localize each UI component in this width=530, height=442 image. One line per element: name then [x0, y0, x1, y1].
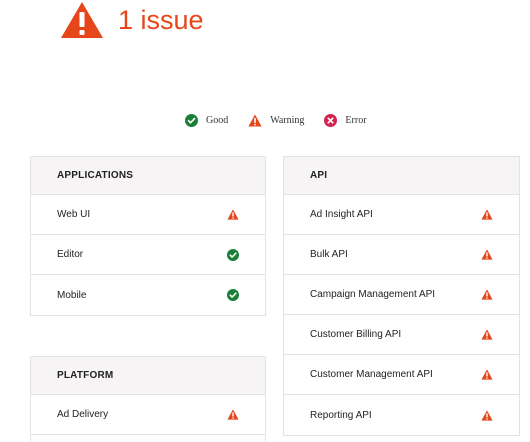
service-row-editor[interactable]: Editor: [31, 235, 265, 275]
service-name: Ad Delivery: [57, 409, 109, 420]
warning-icon: [481, 209, 493, 220]
service-row-customer-management-api[interactable]: Customer Management API: [284, 355, 519, 395]
legend-item-warning: Warning: [248, 114, 304, 127]
service-row-web-ui[interactable]: Web UI: [31, 195, 265, 235]
warning-icon: [481, 289, 493, 300]
legend-item-error: Error: [324, 113, 367, 127]
service-name: Customer Management API: [310, 369, 433, 380]
warning-icon: [248, 114, 262, 126]
platform-panel: PLATFORM Ad Delivery: [30, 356, 266, 442]
warning-icon: [481, 249, 493, 260]
legend-item-good: Good: [185, 113, 229, 127]
service-row-bulk-api[interactable]: Bulk API: [284, 235, 519, 275]
service-row-ad-delivery[interactable]: Ad Delivery: [31, 395, 265, 435]
service-name: Web UI: [57, 209, 91, 220]
warning-icon: [227, 209, 239, 220]
service-name: Ad Insight API: [310, 209, 373, 220]
service-name: Bulk API: [310, 249, 348, 260]
service-name: Editor: [57, 249, 84, 260]
service-row-customer-billing-api[interactable]: Customer Billing API: [284, 315, 519, 355]
error-circle-icon: [324, 113, 338, 127]
service-row-campaign-management-api[interactable]: Campaign Management API: [284, 275, 519, 315]
warning-icon: [481, 329, 493, 340]
check-circle-icon: [185, 113, 198, 127]
service-name: Customer Billing API: [310, 329, 402, 340]
check-circle-icon: [227, 289, 239, 301]
warning-icon: [481, 409, 493, 421]
legend-label-warning: Warning: [270, 114, 305, 126]
issue-summary: 1 issue: [60, 0, 204, 40]
api-panel: API Ad Insight API Bulk API Campaign Man…: [283, 156, 520, 436]
warning-icon: [481, 369, 493, 380]
service-row-ad-insight-api[interactable]: Ad Insight API: [284, 195, 519, 235]
warning-icon: [60, 1, 104, 39]
service-name: Mobile: [57, 289, 87, 301]
platform-panel-title: PLATFORM: [31, 357, 265, 395]
applications-panel-title: APPLICATIONS: [31, 157, 265, 195]
service-name: Campaign Management API: [310, 289, 436, 300]
applications-panel: APPLICATIONS Web UI Editor Mobile: [30, 156, 266, 316]
status-page: 1 issue Good Warning Error APPLICATIONS …: [0, 0, 530, 442]
legend-label-error: Error: [345, 114, 367, 126]
service-row-reporting-api[interactable]: Reporting API: [284, 395, 519, 435]
check-circle-icon: [227, 248, 239, 261]
legend-label-good: Good: [206, 114, 229, 126]
service-name: Reporting API: [310, 409, 372, 421]
issue-count-text: 1 issue: [118, 5, 204, 35]
api-panel-title: API: [284, 157, 519, 195]
warning-icon: [227, 409, 239, 420]
service-row-mobile[interactable]: Mobile: [31, 275, 265, 315]
status-legend: Good Warning Error: [185, 112, 367, 128]
